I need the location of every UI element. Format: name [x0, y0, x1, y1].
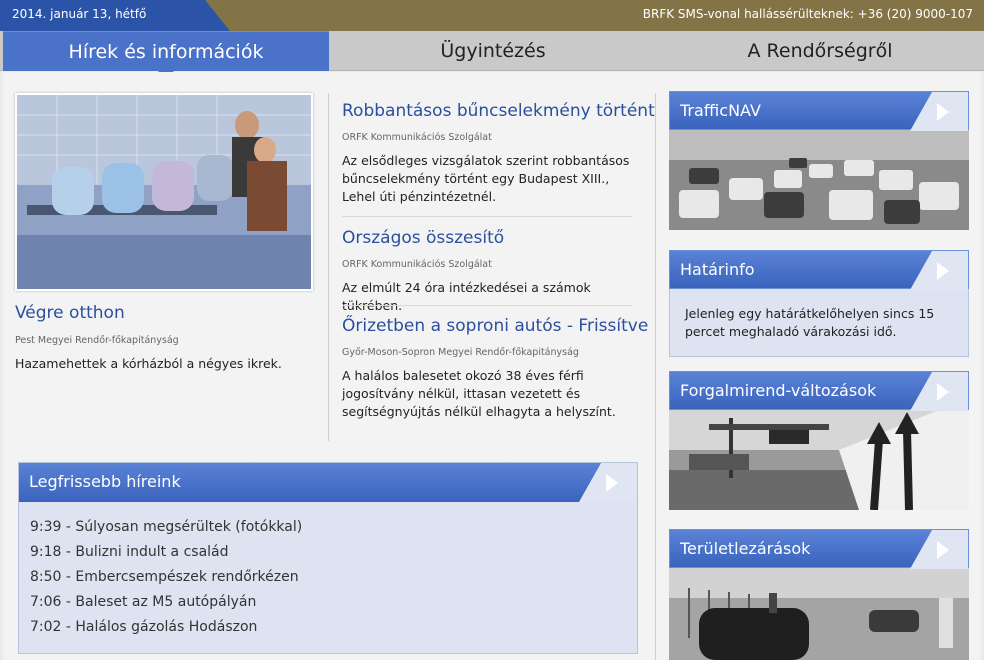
hatarinfo-title: Határinfo [680, 260, 755, 279]
article-source: ORFK Kommunikációs Szolgálat [342, 132, 492, 143]
article-source: Győr-Moson-Sopron Megyei Rendőr-főkapitá… [342, 347, 579, 358]
quadruplets-photo [17, 95, 311, 289]
article-item: Robbantásos bűncselekmény történt ORFK K… [342, 101, 655, 206]
article-source: ORFK Kommunikációs Szolgálat [342, 259, 492, 270]
current-date: 2014. január 13, hétfő [12, 7, 147, 21]
latest-news-list: 9:39 - Súlyosan megsérültek (fotókkal) 9… [19, 502, 637, 644]
lead-story-title[interactable]: Végre otthon [15, 303, 125, 323]
traffic-jam-photo[interactable] [669, 130, 969, 230]
road-sign-photo[interactable] [669, 410, 969, 510]
play-arrow-icon[interactable] [910, 92, 968, 131]
trafficnav-widget: TrafficNAV [669, 91, 969, 230]
play-arrow-icon[interactable] [579, 463, 637, 502]
list-item[interactable]: 8:50 - Embercsempészek rendőrkézen [30, 569, 637, 594]
hatarinfo-text: Jelenleg egy határátkelőhelyen sincs 15 … [669, 289, 969, 357]
top-bar: 2014. január 13, hétfő BRFK SMS-vonal ha… [0, 0, 984, 31]
article-summary: A halálos balesetet okozó 38 éves férfi … [342, 368, 616, 419]
forgalmirend-title: Forgalmirend-változások [680, 381, 877, 400]
teruletlezarasok-title: Területlezárások [680, 539, 811, 558]
article-separator [342, 216, 632, 217]
lead-story-source: Pest Megyei Rendőr-főkapitányság [15, 335, 179, 346]
lead-story-summary: Hazamehettek a kórházból a négyes ikrek. [15, 356, 282, 371]
play-arrow-icon[interactable] [910, 251, 968, 290]
teruletlezarasok-widget: Területlezárások [669, 529, 969, 660]
play-arrow-icon[interactable] [910, 530, 968, 569]
article-separator [342, 305, 632, 306]
tab-a-rendorsegrol[interactable]: A Rendőrségről [657, 31, 983, 71]
hatarinfo-header[interactable]: Határinfo [669, 250, 969, 290]
article-item: Országos összesítő ORFK Kommunikációs Sz… [342, 228, 642, 315]
forgalmirend-widget: Forgalmirend-változások [669, 371, 969, 510]
latest-news-header[interactable]: Legfrissebb híreink [19, 463, 637, 502]
column-divider [328, 93, 329, 441]
main-nav: Hírek és információk Ügyintézés A Rendőr… [0, 31, 984, 79]
article-item: Őrizetben a soproni autós - Frissítve Gy… [342, 316, 648, 421]
trafficnav-title: TrafficNAV [680, 101, 761, 120]
list-item[interactable]: 9:18 - Bulizni indult a család [30, 544, 637, 569]
article-title[interactable]: Országos összesítő [342, 228, 642, 248]
article-summary: Az elsődleges vizsgálatok szerint robban… [342, 153, 630, 204]
lead-story-photo[interactable] [15, 93, 313, 291]
list-item[interactable]: 7:02 - Halálos gázolás Hodászon [30, 619, 637, 644]
latest-news-title: Legfrissebb híreink [29, 472, 181, 491]
list-item[interactable]: 9:39 - Súlyosan megsérültek (fotókkal) [30, 519, 637, 544]
list-item[interactable]: 7:06 - Baleset az M5 autópályán [30, 594, 637, 619]
play-arrow-icon[interactable] [910, 372, 968, 411]
latest-news-panel: Legfrissebb híreink 9:39 - Súlyosan megs… [18, 462, 638, 654]
forgalmirend-header[interactable]: Forgalmirend-változások [669, 371, 969, 411]
teruletlezarasok-header[interactable]: Területlezárások [669, 529, 969, 569]
sms-line-notice: BRFK SMS-vonal hallássérülteknek: +36 (2… [642, 7, 973, 21]
trafficnav-header[interactable]: TrafficNAV [669, 91, 969, 131]
area-closure-photo[interactable] [669, 568, 969, 660]
article-title[interactable]: Őrizetben a soproni autós - Frissítve [342, 316, 648, 336]
tab-hirek-es-informaciok[interactable]: Hírek és információk [3, 31, 329, 79]
hatarinfo-widget: Határinfo Jelenleg egy határátkelőhelyen… [669, 250, 969, 357]
article-title[interactable]: Robbantásos bűncselekmény történt [342, 101, 655, 121]
right-column-divider [655, 93, 656, 660]
tab-ugyintezes[interactable]: Ügyintézés [329, 31, 657, 71]
article-summary: Az elmúlt 24 óra intézkedései a számok t… [342, 280, 591, 313]
